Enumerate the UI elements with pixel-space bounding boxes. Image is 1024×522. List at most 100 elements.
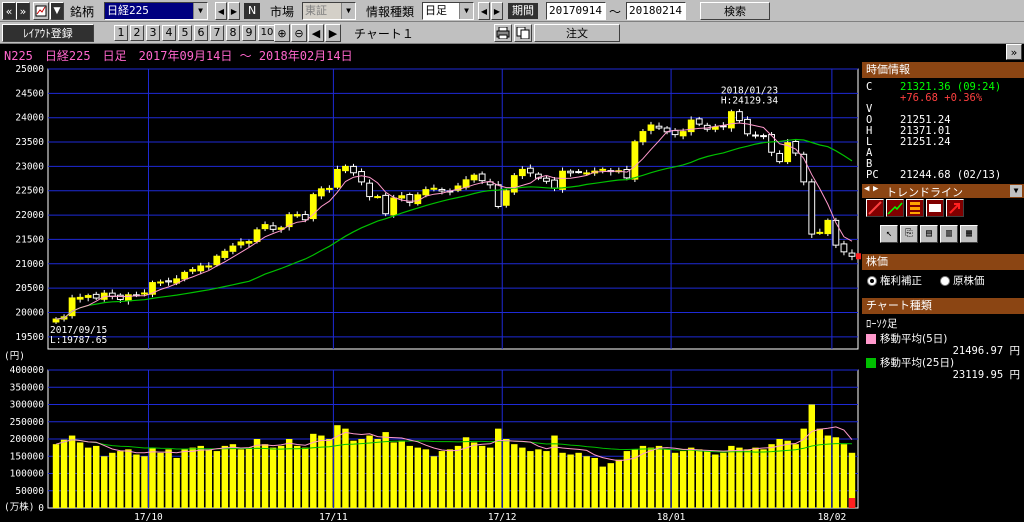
print-icon[interactable] [494,24,512,42]
candle-body [52,318,60,323]
candle-body [599,168,607,171]
info-type-select[interactable]: 日足 ▼ [422,2,474,20]
paste-line-icon[interactable]: ▤ [920,225,938,243]
period-from-input[interactable]: 20170914 [546,2,606,20]
layout-button-4[interactable]: 4 [162,25,176,41]
select-pointer-icon[interactable]: ↖ [880,225,898,243]
volume-bar [165,449,172,508]
candle-body [551,179,558,189]
zoom-in-icon[interactable]: ⊕ [274,24,290,42]
candle-body [575,171,583,174]
price-unit-label: (円) [4,351,25,362]
volume-bar [342,428,349,508]
copy-line-icon[interactable]: ⎘ [900,225,918,243]
volume-bar [503,439,510,508]
candle-body [430,187,438,190]
adjusted-price-label: 権利補正 [880,275,922,287]
volume-bar [430,456,438,508]
candle-body [221,250,229,258]
scroll-left-button[interactable]: ◀ [308,24,324,42]
volume-bar [446,449,454,508]
volume-bar [438,451,446,508]
stock-select[interactable]: 日経225 ▼ [104,2,208,20]
trend-prev-icon[interactable]: ◀ [864,184,869,194]
next-stock-button[interactable]: ▶ [228,2,240,20]
dropdown-arrow-icon[interactable]: ▼ [50,2,64,20]
layout-button-9[interactable]: 9 [242,25,256,41]
volume-bar [575,452,582,508]
order-button[interactable]: 注文 [534,24,620,42]
stock-value: 日経225 [107,4,149,17]
nav-forward-button[interactable]: » [16,2,30,20]
layout-button-1[interactable]: 1 [114,25,128,41]
candle-body [205,265,213,268]
info-type-value: 日足 [425,4,447,17]
ma5-swatch[interactable] [866,334,876,344]
volume-bar [752,447,759,508]
volume-tick-label: 400000 [10,365,45,376]
chevron-down-icon[interactable]: ▼ [1010,185,1022,197]
chevron-down-icon: ▼ [459,3,473,19]
next-info-button[interactable]: ▶ [491,2,503,20]
candle-body [342,165,349,172]
text-tool-icon[interactable] [926,199,944,217]
prev-stock-button[interactable]: ◀ [215,2,227,20]
scroll-right-button[interactable]: ▶ [325,24,341,42]
price-tick-label: 22500 [15,186,44,197]
prev-info-button[interactable]: ◀ [478,2,490,20]
copy-icon[interactable] [514,24,532,42]
adjusted-price-radio[interactable] [867,276,877,286]
layout-button-5[interactable]: 5 [178,25,192,41]
layout-button-6[interactable]: 6 [194,25,208,41]
volume-bar [93,445,100,508]
volume-bar [390,442,397,508]
clear-lines-icon[interactable]: ▦ [960,225,978,243]
volume-bar [647,447,655,508]
layout-button-8[interactable]: 8 [226,25,240,41]
month-tick-label: 18/02 [818,512,847,522]
original-price-radio[interactable] [940,276,950,286]
market-select[interactable]: 東証 ▼ [302,2,356,20]
code-label: N [244,3,261,19]
volume-bar [567,454,574,508]
layout-button-7[interactable]: 7 [210,25,224,41]
candle-body [518,168,526,177]
candlesticks [52,109,861,324]
price-tick-label: 20000 [15,307,44,318]
arrow-tool-icon[interactable] [946,199,964,217]
layout-button-3[interactable]: 3 [146,25,160,41]
candle-body [317,188,325,197]
trend-next-icon[interactable]: ▶ [873,184,878,194]
search-button[interactable]: 検索 [700,2,770,20]
channel-tool-icon[interactable] [886,199,904,217]
price-tick-label: 23500 [15,137,44,148]
fibonacci-tool-icon[interactable] [906,199,924,217]
price-tick-label: 19500 [15,332,44,343]
period-to-input[interactable]: 20180214 [626,2,686,20]
price-volume-chart[interactable]: 19500 20000 20500 21000 21500 22000 22500 23000… [0,62,862,522]
ma25-swatch[interactable] [866,358,876,368]
ma25-label: 移動平均(25日) [880,357,955,369]
volume-bar [543,451,550,508]
candle-body [744,118,751,135]
collapse-panel-button[interactable]: » [1006,44,1022,60]
month-tick-label: 17/12 [488,512,517,522]
volume-bar [414,447,422,508]
chart-icon[interactable] [33,2,49,20]
price-info-value: 21244.68 (02/13) [900,169,1002,181]
layout-save-button[interactable]: ﾚｲｱｳﾄ登録 [2,24,94,42]
stock-label: 銘柄 [70,5,95,19]
volume-bar [157,452,164,508]
volume-bar [310,433,317,508]
layout-button-2[interactable]: 2 [130,25,144,41]
line-tool-icon[interactable] [866,199,884,217]
price-tick-label: 24000 [15,113,44,124]
delete-line-icon[interactable]: ▥ [940,225,958,243]
candle-body [334,168,341,188]
volume-bar [535,449,542,508]
candle-body [245,241,253,244]
volume-bar [776,439,783,508]
nav-back-button[interactable]: « [2,2,16,20]
candle-body [543,177,550,182]
zoom-out-icon[interactable]: ⊖ [291,24,307,42]
